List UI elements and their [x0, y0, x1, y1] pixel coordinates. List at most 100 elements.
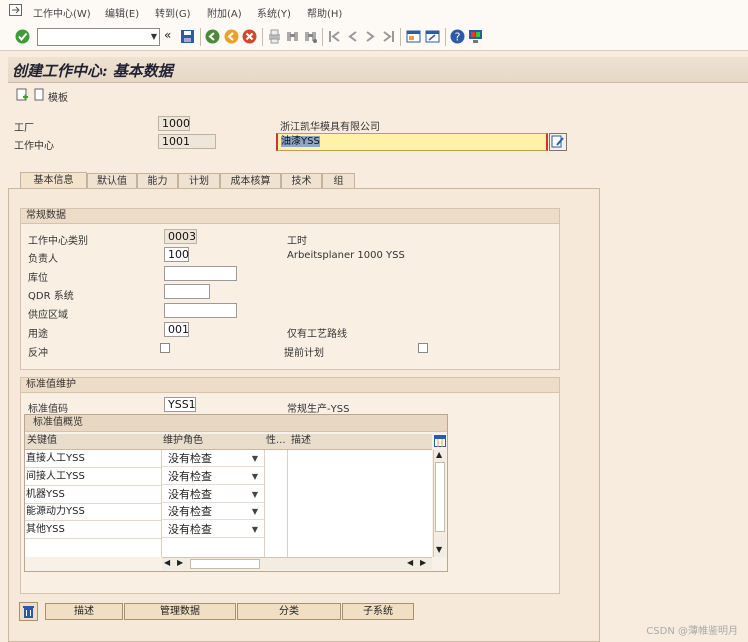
table-row-key: 机器YSS	[25, 487, 161, 504]
scroll-left-icon[interactable]: ◀	[407, 558, 413, 567]
role-dropdown[interactable]: 没有检查 ▼	[162, 522, 264, 538]
menu-edit[interactable]: 编辑(E)	[105, 5, 139, 20]
table-row-key: 能源动力YSS	[25, 504, 161, 521]
delete-icon[interactable]	[19, 602, 38, 621]
print-icon[interactable]	[267, 29, 282, 44]
find-next-icon[interactable]	[303, 29, 318, 44]
chevron-down-icon[interactable]: ▼	[151, 32, 157, 41]
plant-description: 浙江凯华模具有限公司	[280, 122, 380, 133]
std-key-description: 常规生产-YSS	[287, 404, 350, 415]
category-description: 工时	[287, 236, 307, 247]
standard-value-title: 标准值维护	[21, 378, 559, 393]
plant-field[interactable]: 1000	[158, 116, 190, 131]
tab-technology[interactable]: 技术	[281, 173, 322, 189]
person-field[interactable]: 100	[164, 247, 189, 262]
menu-system[interactable]: 系统(Y)	[257, 5, 291, 20]
subsystem-button[interactable]: 子系统	[342, 603, 414, 620]
command-field[interactable]: ▼	[37, 28, 160, 46]
location-field[interactable]	[164, 266, 237, 281]
last-page-icon[interactable]	[381, 29, 396, 44]
menu-extras[interactable]: 附加(A)	[207, 5, 242, 20]
person-label: 负责人	[28, 254, 58, 265]
scroll-right-icon[interactable]: ▶	[420, 558, 426, 567]
template-icon[interactable]	[34, 88, 46, 101]
admin-data-button[interactable]: 管理数据	[124, 603, 236, 620]
next-page-icon[interactable]	[363, 29, 378, 44]
hscroll-thumb[interactable]	[190, 559, 260, 569]
std-key-label: 标准值码	[28, 404, 68, 415]
new-session-icon[interactable]	[406, 29, 421, 44]
tab-defaults[interactable]: 默认值	[87, 173, 137, 189]
toolbar-separator	[322, 28, 323, 46]
svg-text:?: ?	[455, 31, 461, 44]
general-data-title: 常规数据	[21, 209, 559, 224]
first-page-icon[interactable]	[327, 29, 342, 44]
tab-capacity[interactable]: 能力	[137, 173, 178, 189]
col-header-desc[interactable]: 描述	[291, 434, 311, 448]
chevron-down-icon[interactable]: ▼	[252, 487, 258, 502]
check-icon[interactable]	[15, 29, 30, 44]
col-header-key[interactable]: 关键值	[27, 434, 57, 448]
menu-help[interactable]: 帮助(H)	[307, 5, 342, 20]
advance-planning-checkbox[interactable]	[418, 343, 428, 353]
edit-text-icon[interactable]	[549, 133, 567, 151]
chevron-down-icon[interactable]: ▼	[252, 522, 258, 537]
template-button-label[interactable]: 模板	[48, 89, 68, 104]
chevron-down-icon[interactable]: ▼	[252, 504, 258, 519]
col-header-attr[interactable]: 性...	[266, 434, 286, 448]
scroll-down-icon[interactable]: ▼	[436, 545, 442, 554]
workcenter-field[interactable]: 1001	[158, 134, 216, 149]
help-icon[interactable]: ?	[450, 29, 465, 44]
prev-page-icon[interactable]	[345, 29, 360, 44]
create-doc-icon[interactable]	[16, 88, 29, 101]
tab-basic-info[interactable]: 基本信息	[20, 172, 87, 189]
scroll-left-icon[interactable]: ◀	[164, 558, 170, 567]
standard-toolbar: ▼ « ?	[0, 24, 748, 51]
find-icon[interactable]	[285, 29, 300, 44]
category-field[interactable]: 0003	[164, 229, 197, 244]
role-value: 没有检查	[168, 452, 212, 465]
workcenter-description-field[interactable]: 油漆YSS	[276, 133, 548, 151]
back-icon[interactable]	[205, 29, 220, 44]
usage-field[interactable]: 001	[164, 322, 189, 337]
table-row-key: 间接人工YSS	[25, 469, 161, 486]
qdr-label: QDR 系统	[28, 291, 74, 302]
scroll-up-icon[interactable]: ▲	[436, 450, 442, 459]
std-key-field[interactable]: YSS1	[164, 397, 196, 412]
supply-area-field[interactable]	[164, 303, 237, 318]
qdr-field[interactable]	[164, 284, 210, 299]
toolbar-separator	[400, 28, 401, 46]
role-dropdown[interactable]: 没有检查 ▼	[162, 504, 264, 520]
exit-icon[interactable]	[224, 29, 239, 44]
menu-icon[interactable]	[9, 4, 22, 16]
tab-group[interactable]: 组	[322, 173, 355, 189]
layout-icon[interactable]	[468, 29, 483, 44]
role-dropdown[interactable]: 没有检查 ▼	[162, 487, 264, 503]
col-header-role[interactable]: 维护角色	[163, 434, 203, 448]
tab-costing[interactable]: 成本核算	[220, 173, 281, 189]
backflush-checkbox[interactable]	[160, 343, 170, 353]
table-settings-icon[interactable]	[434, 435, 446, 447]
menu-workcenter[interactable]: 工作中心(W)	[33, 5, 91, 20]
chevron-down-icon[interactable]: ▼	[252, 451, 258, 466]
role-dropdown[interactable]: 没有检查 ▼	[162, 469, 264, 485]
shortcut-icon[interactable]	[425, 29, 440, 44]
page-title: 创建工作中心: 基本数据	[12, 62, 173, 80]
chevron-down-icon[interactable]: ▼	[252, 469, 258, 484]
classification-button[interactable]: 分类	[237, 603, 341, 620]
toolbar-separator	[445, 28, 446, 46]
table-vertical-scrollbar[interactable]: ▲ ▼	[433, 450, 446, 557]
menu-goto[interactable]: 转到(G)	[155, 5, 191, 20]
scroll-thumb[interactable]	[435, 462, 445, 532]
table-horizontal-scrollbar[interactable]: ◀ ▶ ◀ ▶	[162, 557, 432, 570]
role-dropdown[interactable]: 没有检查 ▼	[162, 451, 264, 467]
description-button[interactable]: 描述	[45, 603, 123, 620]
collapse-chevron[interactable]: «	[164, 28, 171, 42]
cancel-icon[interactable]	[242, 29, 257, 44]
tab-scheduling[interactable]: 计划	[178, 173, 220, 189]
role-value: 没有检查	[168, 523, 212, 536]
save-icon[interactable]	[180, 29, 195, 44]
scroll-right-icon[interactable]: ▶	[177, 558, 183, 567]
workcenter-description-value: 油漆YSS	[281, 136, 320, 147]
col-divider	[264, 450, 265, 557]
